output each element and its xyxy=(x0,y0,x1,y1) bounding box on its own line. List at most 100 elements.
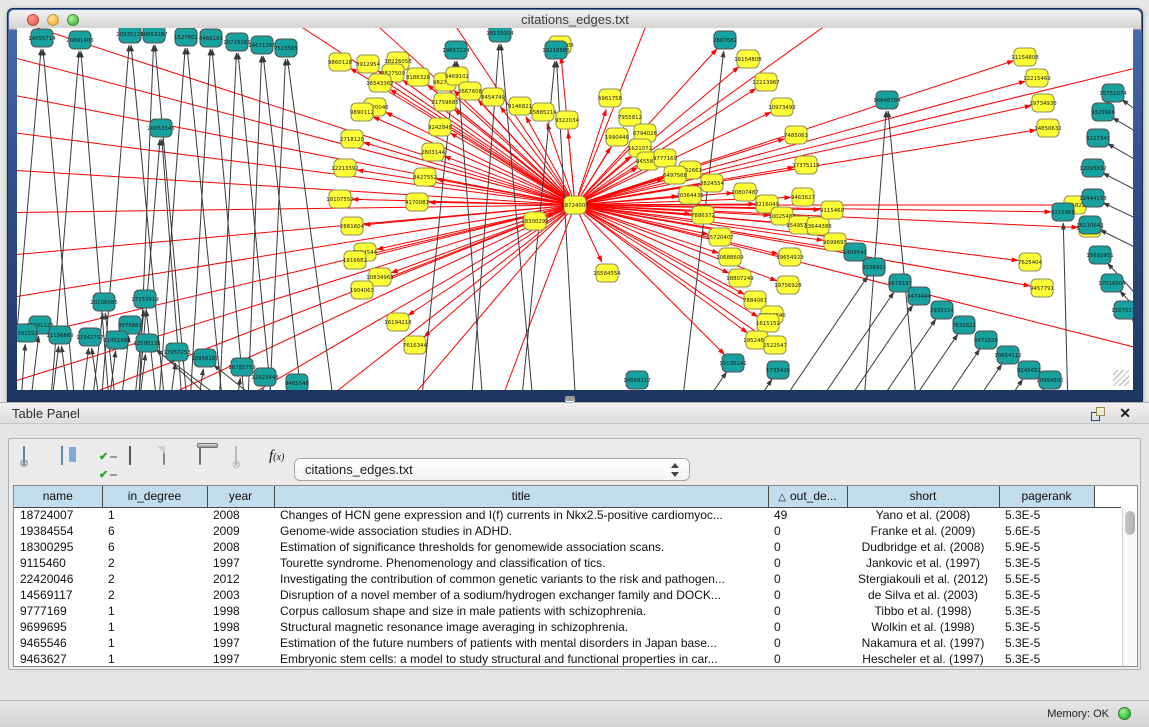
delete-trash-icon[interactable] xyxy=(199,447,229,475)
graph-node[interactable]: 10654112 xyxy=(994,346,1021,364)
graph-node[interactable]: 12505135 xyxy=(133,334,160,352)
graph-edge[interactable] xyxy=(75,348,89,390)
graph-node[interactable]: 12213967 xyxy=(752,73,779,91)
graph-node[interactable]: 4170081 xyxy=(405,193,429,211)
graph-edge[interactable] xyxy=(238,53,277,390)
graph-edge[interactable] xyxy=(25,336,39,390)
graph-node[interactable]: 12342757 xyxy=(76,328,103,346)
graph-node[interactable]: 1527602 xyxy=(174,28,198,46)
graph-node[interactable]: 8186328 xyxy=(406,68,431,86)
graph-edge[interactable] xyxy=(1063,223,1069,390)
table-row[interactable]: 977716911998Corpus callosum shape and si… xyxy=(14,603,1121,619)
graph-node[interactable]: 9242848 xyxy=(428,118,453,136)
close-panel-icon[interactable]: ✕ xyxy=(1119,405,1131,422)
graph-node[interactable]: 16648784 xyxy=(873,91,901,109)
graph-node[interactable]: 18300295 xyxy=(521,212,548,230)
graph-edge[interactable] xyxy=(1132,319,1133,363)
graph-node[interactable]: 19756928 xyxy=(774,276,802,294)
graph-edge[interactable] xyxy=(1112,118,1133,150)
graph-node[interactable]: 10719165 xyxy=(223,33,250,51)
column-header-year[interactable]: year xyxy=(207,486,274,507)
graph-node[interactable]: 19734936 xyxy=(1029,94,1057,112)
graph-node[interactable]: 20053346 xyxy=(147,119,175,137)
graph-edge[interactable] xyxy=(805,292,894,390)
column-header-title[interactable]: title xyxy=(274,486,768,507)
graph-node[interactable]: 19654923 xyxy=(776,248,803,266)
show-columns-icon[interactable] xyxy=(61,447,91,475)
graph-edge[interactable] xyxy=(847,319,936,390)
graph-node[interactable]: 9465546 xyxy=(285,374,310,390)
graph-node[interactable]: 18133054 xyxy=(486,28,514,42)
table-row[interactable]: 1830029562008Estimation of significance … xyxy=(14,539,1121,555)
graph-node[interactable]: 16782759 xyxy=(228,358,256,376)
graph-node[interactable]: 9115460 xyxy=(820,201,845,219)
graph-node[interactable]: 9474444 xyxy=(907,287,932,305)
graph-node[interactable]: 14055714 xyxy=(28,29,56,47)
graph-node[interactable]: 15751074 xyxy=(1099,84,1127,102)
graph-edge[interactable] xyxy=(162,363,176,390)
graph-node[interactable]: 15720407 xyxy=(706,228,733,246)
graph-node[interactable]: 7485063 xyxy=(784,126,808,144)
select-all-icon[interactable]: ✔✔ xyxy=(99,447,129,475)
graph-edge[interactable] xyxy=(869,334,958,390)
graph-edge[interactable] xyxy=(17,344,25,390)
graph-node[interactable]: 11675311 xyxy=(1111,301,1133,319)
graph-edge[interactable] xyxy=(1108,144,1133,178)
graph-node[interactable]: 7616344 xyxy=(403,336,428,354)
graph-edge[interactable] xyxy=(955,389,1044,390)
graph-node[interactable]: 7625404 xyxy=(1018,253,1043,271)
graph-node[interactable]: 1916682 xyxy=(343,251,367,269)
network-graph[interactable]: 9860128891295418226058982750916543362818… xyxy=(17,28,1133,390)
graph-edge[interactable] xyxy=(277,205,575,390)
graph-node[interactable]: 1990448 xyxy=(605,128,630,146)
graph-node[interactable]: 9329966 xyxy=(1091,103,1116,121)
graph-node[interactable]: 2661604 xyxy=(340,217,365,235)
graph-node[interactable]: 15885214 xyxy=(529,103,557,121)
table-row[interactable]: 1938455462009Genome-wide association stu… xyxy=(14,523,1121,539)
table-row[interactable]: 1872400712008Changes of HCN gene express… xyxy=(14,507,1121,523)
graph-edge[interactable] xyxy=(217,53,236,390)
graph-node[interactable]: 2887682 xyxy=(713,31,737,49)
graph-edge[interactable] xyxy=(1103,203,1133,233)
graph-node[interactable]: 2522547 xyxy=(763,336,787,354)
graph-edge[interactable] xyxy=(227,378,240,390)
graph-node[interactable]: 9699695 xyxy=(823,233,847,251)
row-height-icon[interactable] xyxy=(129,447,159,475)
graph-node[interactable]: 3824554 xyxy=(700,174,725,192)
graph-edge[interactable] xyxy=(17,48,575,205)
graph-edge[interactable] xyxy=(717,379,772,390)
graph-node[interactable]: 14850632 xyxy=(1034,119,1061,137)
graph-node[interactable]: 16194218 xyxy=(384,313,412,331)
graph-node[interactable]: 15136141 xyxy=(719,354,746,372)
graph-node[interactable]: 16210643 xyxy=(1076,216,1103,234)
graph-edge[interactable] xyxy=(263,56,307,390)
graph-node[interactable]: 1615152 xyxy=(756,314,780,332)
graph-node[interactable]: 17016504 xyxy=(1098,274,1126,292)
graph-node[interactable]: 8215958 xyxy=(1051,203,1076,221)
graph-node[interactable]: 10954502 xyxy=(1036,371,1063,389)
graph-node[interactable]: 10807487 xyxy=(731,183,758,201)
graph-node[interactable]: 16154808 xyxy=(734,50,762,68)
window-titlebar[interactable]: citations_edges.txt xyxy=(9,10,1141,30)
new-table-icon[interactable] xyxy=(163,447,193,475)
graph-node[interactable]: 10973493 xyxy=(768,98,795,116)
graph-node[interactable]: 15584554 xyxy=(593,264,621,282)
column-header-short[interactable]: short xyxy=(847,486,999,507)
table-row[interactable]: 1456911722003Disruption of a novel membe… xyxy=(14,587,1121,603)
graph-node[interactable]: 17353919 xyxy=(131,290,159,308)
graph-edge[interactable] xyxy=(364,142,575,205)
graph-node[interactable]: 14569117 xyxy=(623,371,650,389)
graph-node[interactable]: 2935114 xyxy=(930,301,955,319)
graph-node[interactable]: 13644388 xyxy=(804,217,832,235)
graph-node[interactable]: 9777169 xyxy=(653,149,678,167)
graph-node[interactable]: 19218586 xyxy=(542,41,570,59)
graph-edge[interactable] xyxy=(1122,100,1133,133)
table-scrollbar[interactable] xyxy=(1122,508,1137,666)
graph-node[interactable]: 11154808 xyxy=(1011,48,1039,66)
column-header-out_degree[interactable]: △out_de... xyxy=(768,486,847,507)
graph-node[interactable]: 12093832 xyxy=(1079,159,1106,177)
column-header-name[interactable]: name xyxy=(14,486,102,507)
table-row[interactable]: 2242004622012Investigating the contribut… xyxy=(14,571,1121,587)
graph-node[interactable]: 9890112 xyxy=(350,103,374,121)
graph-edge[interactable] xyxy=(424,205,575,337)
